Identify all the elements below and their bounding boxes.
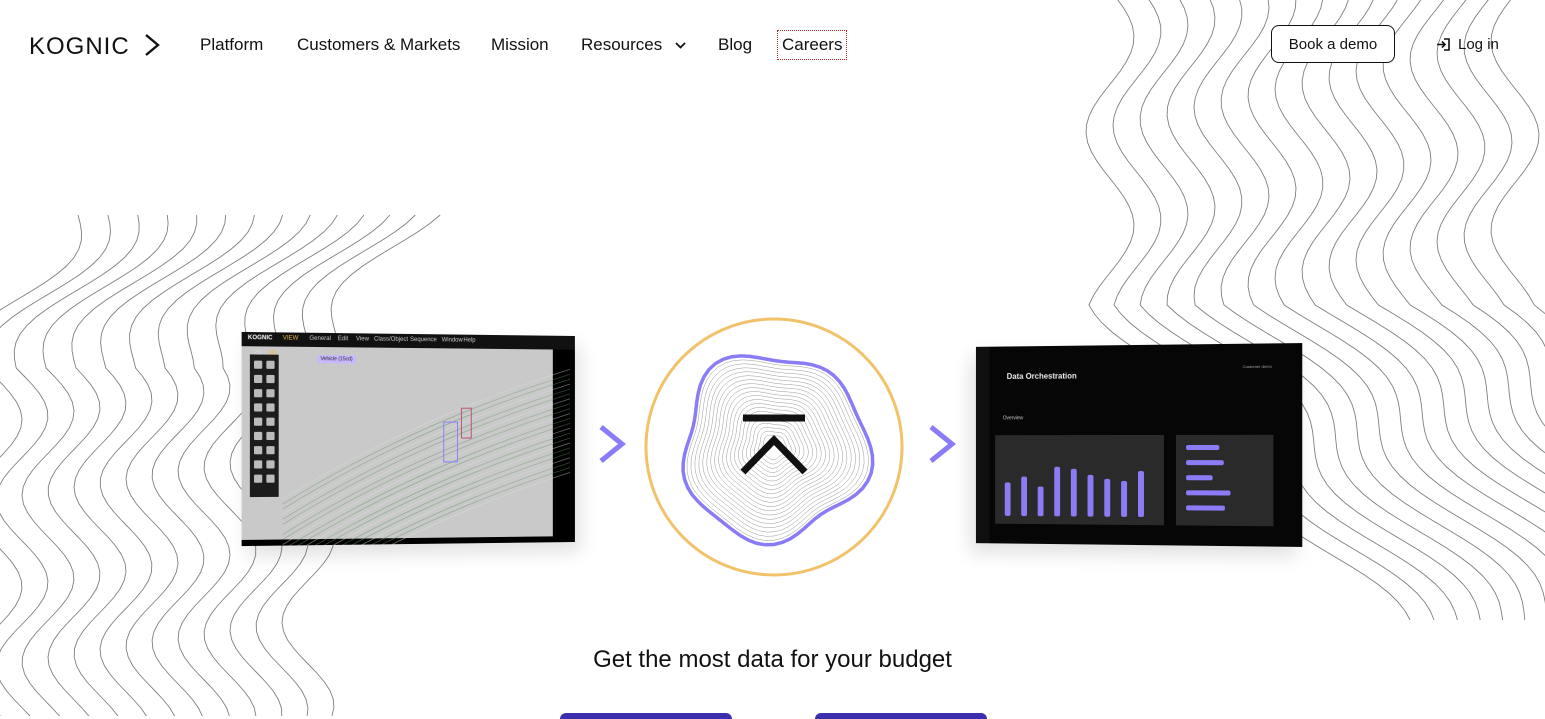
- bar: [1004, 482, 1011, 516]
- chevron-right-icon: [599, 425, 626, 463]
- tool-icon: [254, 474, 263, 483]
- svg-text:KOGNIC: KOGNIC: [29, 33, 130, 58]
- menu-sequence: Sequence: [410, 336, 437, 344]
- bar: [1121, 480, 1128, 517]
- data-orchestration-screenshot: Data Orchestration Customer demo Overvie…: [975, 343, 1303, 547]
- point-cloud-view: [249, 354, 575, 547]
- kognic-logo[interactable]: KOGNIC: [29, 32, 161, 58]
- bar: [1037, 486, 1044, 517]
- tool-icon: [266, 446, 275, 455]
- tool-icon: [254, 360, 263, 369]
- nav-careers[interactable]: Careers: [776, 30, 848, 60]
- hbar: [1186, 505, 1225, 511]
- tool-icon: [266, 417, 275, 426]
- login-label: Log in: [1458, 36, 1499, 53]
- tool-icon: [254, 460, 263, 469]
- tool-icon: [266, 389, 275, 398]
- primary-cta-button[interactable]: [560, 713, 732, 719]
- app-brand: KOGNIC: [247, 335, 273, 342]
- menu-window: Window: [441, 337, 463, 344]
- dashboard-section: Overview: [1002, 415, 1023, 422]
- bar: [1021, 476, 1028, 517]
- account-name: Customer demo: [1242, 363, 1272, 370]
- chevron-down-icon: [675, 42, 686, 49]
- hbar: [1186, 490, 1231, 496]
- dashboard-sidebar: [975, 346, 990, 544]
- tool-icon: [254, 417, 263, 426]
- hbar: [1186, 445, 1220, 451]
- nav-blog[interactable]: Blog: [718, 35, 752, 55]
- login-link[interactable]: Log in: [1436, 36, 1499, 53]
- nav-customers-markets[interactable]: Customers & Markets: [297, 35, 460, 55]
- bar: [1137, 471, 1144, 518]
- bar: [1054, 466, 1061, 517]
- tool-icon: [266, 431, 275, 441]
- tool-icon: [254, 446, 263, 455]
- hbar: [1186, 475, 1213, 481]
- login-icon: [1437, 38, 1450, 51]
- dashboard-title: Data Orchestration: [1006, 371, 1077, 381]
- secondary-cta-button[interactable]: [815, 713, 987, 719]
- bar: [1104, 478, 1111, 517]
- nav-platform[interactable]: Platform: [200, 35, 263, 55]
- site-header: KOGNIC Platform Customers & Markets Miss…: [0, 0, 1545, 90]
- app-product: VIEW: [282, 335, 299, 342]
- hero-tagline: Get the most data for your budget: [593, 646, 952, 673]
- chevron-right-icon: [929, 425, 956, 463]
- menu-class-object: Class/Object: [374, 336, 409, 343]
- tool-icon: [266, 460, 275, 469]
- tool-icon: [254, 389, 263, 398]
- point-cloud-scanline: [283, 448, 570, 546]
- point-cloud-scanline: [283, 453, 570, 546]
- point-cloud-scanline: [283, 423, 570, 546]
- nav-resources[interactable]: Resources: [581, 35, 686, 55]
- menu-edit: Edit: [337, 336, 349, 343]
- tool-icon: [266, 374, 275, 384]
- point-cloud-scanline: [283, 458, 570, 546]
- hbar: [1186, 460, 1224, 466]
- tool-icon: [254, 374, 263, 384]
- hero-section: KOGNIC VIEW General Edit View Class/Obje…: [0, 0, 1545, 719]
- bar: [1087, 474, 1094, 517]
- book-demo-button[interactable]: Book a demo: [1271, 25, 1395, 63]
- dashboard-charts: [995, 434, 1274, 527]
- menu-general: General: [309, 335, 332, 343]
- tool-icon: [266, 474, 275, 483]
- annotation-tool-screenshot: KOGNIC VIEW General Edit View Class/Obje…: [241, 331, 575, 547]
- menu-view: View: [355, 336, 369, 343]
- kognic-emblem: [644, 317, 904, 577]
- point-cloud-scanline: [283, 463, 570, 547]
- tool-icon: [266, 403, 275, 412]
- bar: [1070, 468, 1077, 517]
- nav-resources-label: Resources: [581, 35, 663, 54]
- tool-icon: [254, 431, 263, 441]
- tool-icon: [254, 403, 263, 412]
- nav-mission[interactable]: Mission: [491, 35, 549, 55]
- tool-icon: [266, 360, 275, 369]
- menu-help: Help: [463, 337, 476, 344]
- point-cloud-scanline: [283, 438, 570, 546]
